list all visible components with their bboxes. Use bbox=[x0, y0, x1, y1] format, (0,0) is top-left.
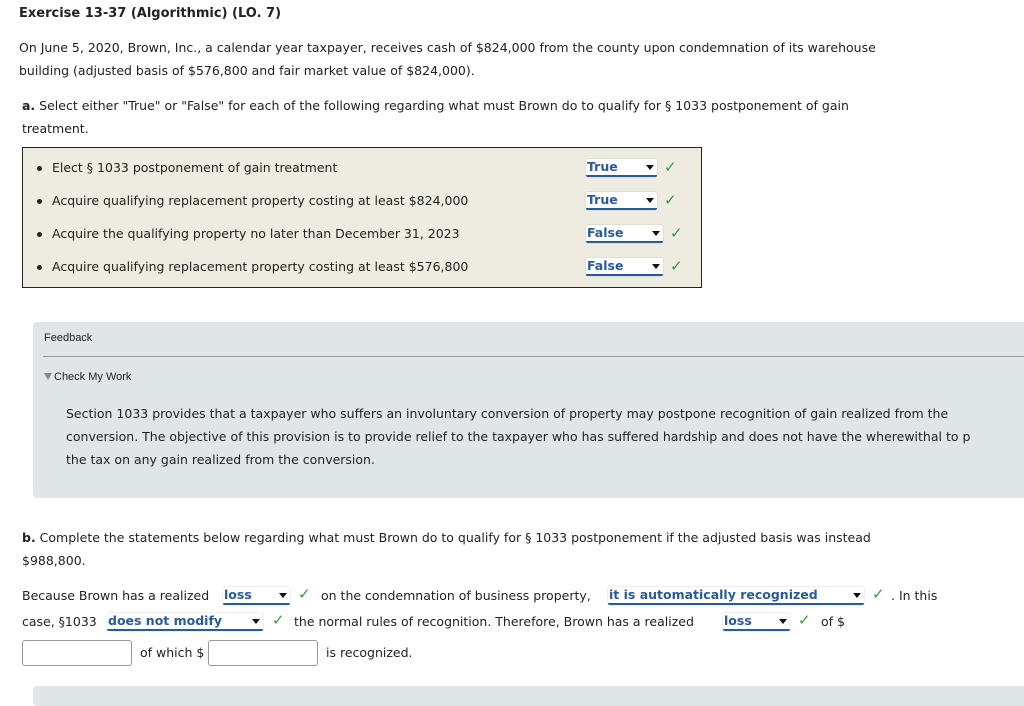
select-value: True bbox=[587, 159, 618, 174]
check-icon: ✓ bbox=[664, 191, 677, 209]
realized-select-2[interactable]: loss bbox=[723, 613, 790, 631]
feedback-panel-b bbox=[33, 686, 1024, 706]
triangle-down-icon bbox=[44, 373, 52, 380]
check-my-work-toggle[interactable]: Check My Work bbox=[44, 371, 131, 383]
statement-row: Acquire qualifying replacement property … bbox=[37, 191, 468, 211]
select-value: False bbox=[587, 258, 624, 273]
statement-text: Acquire qualifying replacement property … bbox=[52, 259, 469, 274]
exercise-title: Exercise 13-37 (Algorithmic) (LO. 7) bbox=[19, 6, 282, 21]
dropdown-arrow-icon bbox=[646, 198, 654, 203]
select-value: loss bbox=[724, 613, 752, 628]
true-false-select[interactable]: False bbox=[586, 225, 663, 243]
prompt-text: treatment. bbox=[22, 121, 89, 136]
true-false-select[interactable]: False bbox=[586, 258, 663, 276]
dropdown-arrow-icon bbox=[279, 593, 287, 598]
check-icon: ✓ bbox=[272, 611, 285, 629]
select-value: it is automatically recognized bbox=[609, 587, 818, 602]
intro-line: building (adjusted basis of $576,800 and… bbox=[19, 63, 475, 78]
select-value: does not modify bbox=[108, 613, 223, 628]
select-value: False bbox=[587, 225, 624, 240]
prompt-text: Complete the statements below regarding … bbox=[35, 530, 871, 545]
dropdown-arrow-icon bbox=[652, 264, 660, 269]
part-b-prompt: b. Complete the statements below regardi… bbox=[22, 526, 982, 572]
prompt-text: Select either "True" or "False" for each… bbox=[35, 98, 849, 113]
dropdown-arrow-icon bbox=[652, 231, 660, 236]
true-false-select[interactable]: True bbox=[586, 159, 657, 177]
statement-text: Acquire the qualifying property no later… bbox=[52, 226, 460, 241]
feedback-panel: Feedback Check My Work Section 1033 prov… bbox=[33, 322, 1024, 498]
check-icon: ✓ bbox=[872, 585, 885, 603]
part-a-prompt: a. Select either "True" or "False" for e… bbox=[22, 94, 982, 140]
part-label: b. bbox=[22, 530, 36, 545]
statement-row: Acquire the qualifying property no later… bbox=[37, 224, 460, 244]
feedback-line: Section 1033 provides that a taxpayer wh… bbox=[66, 406, 949, 421]
true-false-select[interactable]: True bbox=[586, 192, 657, 210]
prompt-text: $988,800. bbox=[22, 553, 86, 568]
dropdown-arrow-icon bbox=[252, 619, 260, 624]
statement-text: the normal rules of recognition. Therefo… bbox=[294, 614, 694, 629]
realized-amount-input[interactable] bbox=[22, 640, 132, 666]
feedback-label: Feedback bbox=[44, 332, 93, 344]
statement-row: Elect § 1033 postponement of gain treatm… bbox=[37, 158, 337, 178]
bullet-icon bbox=[37, 232, 42, 237]
dropdown-arrow-icon bbox=[646, 165, 654, 170]
statement-text: Because Brown has a realized bbox=[22, 588, 210, 603]
bullet-icon bbox=[37, 166, 42, 171]
statement-text: on the condemnation of business property… bbox=[321, 588, 591, 603]
divider bbox=[43, 356, 1024, 357]
realized-select[interactable]: loss bbox=[223, 587, 290, 605]
dropdown-arrow-icon bbox=[779, 619, 787, 624]
feedback-text: Section 1033 provides that a taxpayer wh… bbox=[66, 402, 1024, 471]
select-value: True bbox=[587, 192, 618, 207]
dropdown-arrow-icon bbox=[853, 593, 861, 598]
check-icon: ✓ bbox=[798, 611, 811, 629]
statement-row: Acquire qualifying replacement property … bbox=[37, 257, 468, 277]
statement-text: Acquire qualifying replacement property … bbox=[52, 193, 469, 208]
select-value: loss bbox=[224, 587, 252, 602]
modify-select[interactable]: does not modify bbox=[107, 613, 263, 631]
statement-text: is recognized. bbox=[326, 645, 413, 660]
check-icon: ✓ bbox=[670, 224, 683, 242]
part-label: a. bbox=[22, 98, 36, 113]
statement-text: case, §1033 bbox=[22, 614, 97, 629]
statement-text: of $ bbox=[821, 614, 845, 629]
intro-text: On June 5, 2020, Brown, Inc., a calendar… bbox=[19, 36, 979, 82]
check-icon: ✓ bbox=[670, 257, 683, 275]
bullet-icon bbox=[37, 199, 42, 204]
check-icon: ✓ bbox=[664, 158, 677, 176]
toggle-label: Check My Work bbox=[54, 371, 132, 383]
statement-text: . In this bbox=[891, 588, 938, 603]
bullet-icon bbox=[37, 265, 42, 270]
feedback-line: the tax on any gain realized from the co… bbox=[66, 452, 375, 467]
check-icon: ✓ bbox=[298, 585, 311, 603]
statement-text: of which $ bbox=[140, 645, 205, 660]
recognized-amount-input[interactable] bbox=[208, 640, 318, 666]
statement-text: Elect § 1033 postponement of gain treatm… bbox=[52, 160, 338, 175]
true-false-panel: Elect § 1033 postponement of gain treatm… bbox=[22, 147, 702, 288]
recognition-select[interactable]: it is automatically recognized bbox=[608, 587, 864, 605]
feedback-line: conversion. The objective of this provis… bbox=[66, 429, 971, 444]
intro-line: On June 5, 2020, Brown, Inc., a calendar… bbox=[19, 40, 876, 55]
